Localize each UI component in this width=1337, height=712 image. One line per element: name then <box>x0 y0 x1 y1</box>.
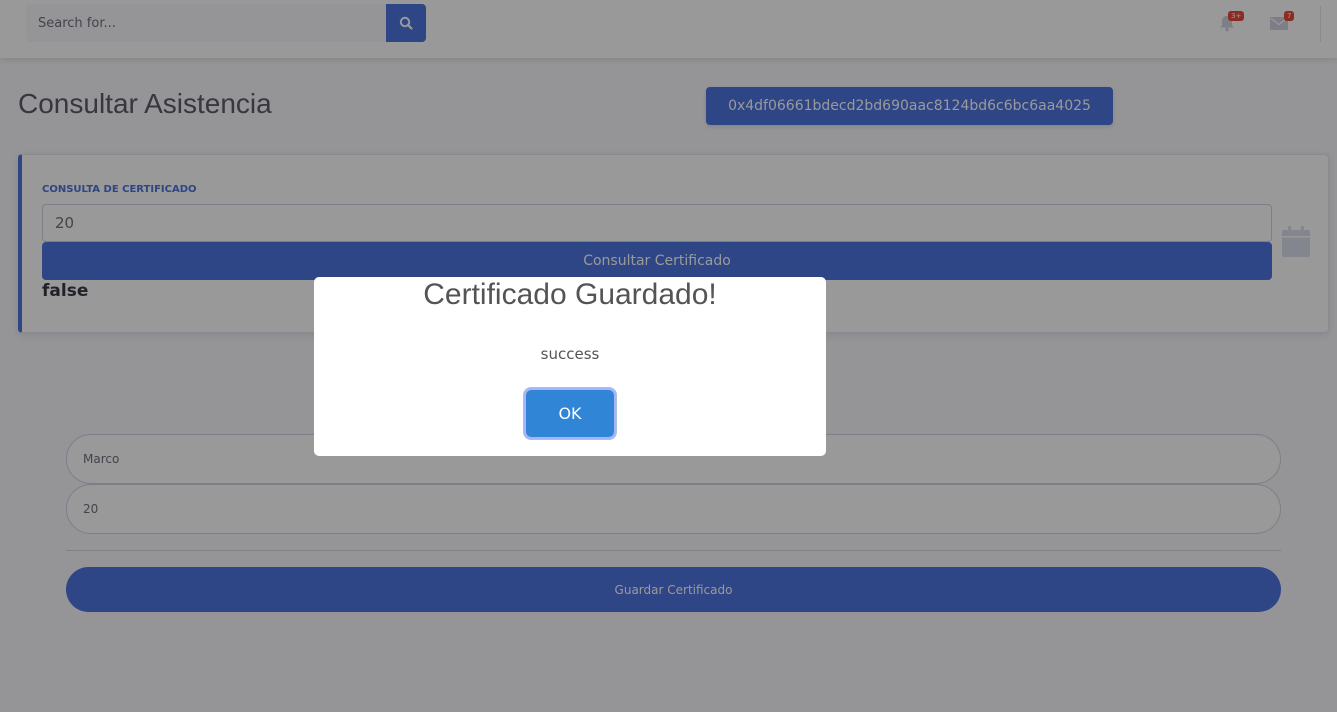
success-modal: Certificado Guardado! success OK <box>314 277 826 456</box>
ok-button[interactable]: OK <box>524 388 616 439</box>
modal-title: Certificado Guardado! <box>423 278 717 311</box>
modal-message: success <box>540 345 600 363</box>
